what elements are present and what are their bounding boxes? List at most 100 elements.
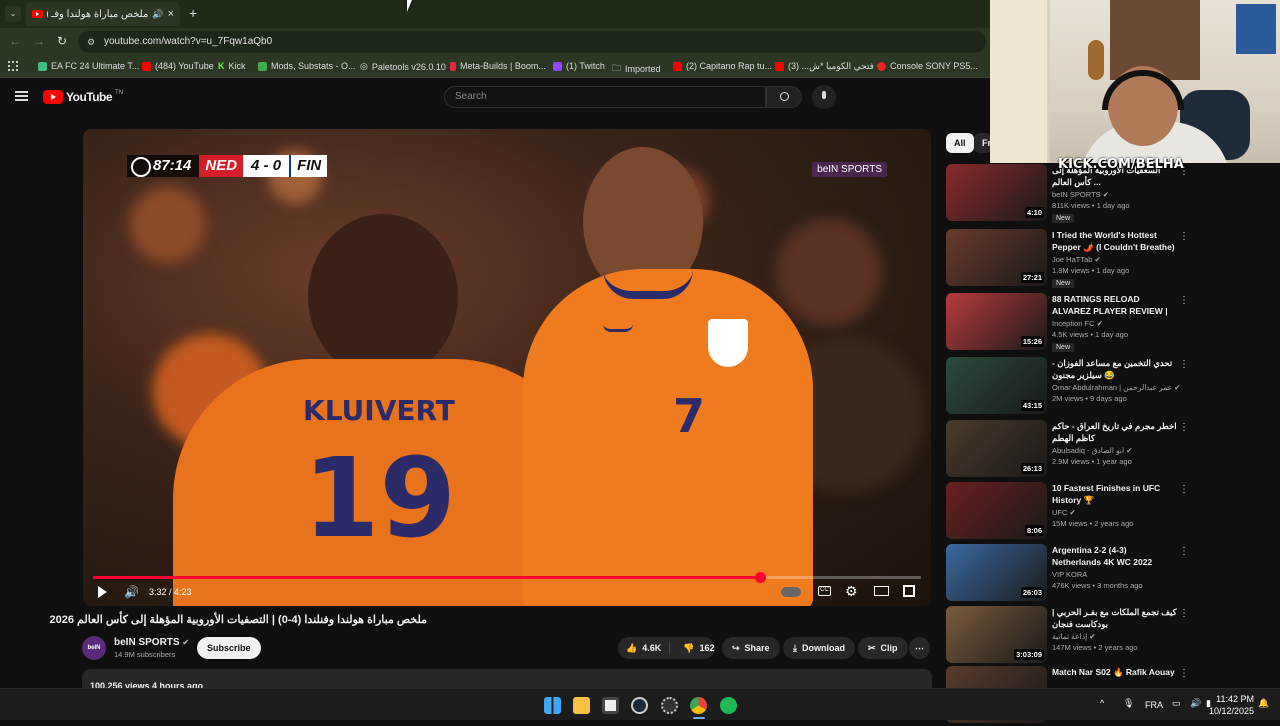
bookmark-item[interactable]: (2) Capitano Rap tu... <box>673 61 772 71</box>
rec-thumbnail[interactable]: 26:03 <box>946 544 1047 601</box>
rec-more-icon[interactable]: ⋮ <box>1179 546 1189 557</box>
steam-icon[interactable] <box>631 697 648 714</box>
youtube-logo[interactable]: YouTube TN <box>43 90 123 104</box>
discord-icon[interactable] <box>661 697 678 714</box>
menu-icon[interactable] <box>15 91 28 101</box>
language-indicator[interactable]: FRA <box>1145 700 1163 710</box>
rec-title[interactable]: 88 RATINGS RELOAD ALVAREZ PLAYER REVIEW … <box>1052 293 1178 317</box>
bookmark-item[interactable]: K Kick <box>218 61 246 71</box>
rec-thumbnail[interactable]: 27:21 <box>946 229 1047 286</box>
description-box[interactable]: 100,256 views 4 hours ago <box>82 669 932 689</box>
rec-title[interactable]: 10 Fastest Finishes in UFC History 🏆 <box>1052 482 1178 506</box>
rec-channel[interactable]: Abulsadiq - ابو الصادق ✔ <box>1052 446 1132 455</box>
tab-list-icon[interactable]: ⌄ <box>5 6 21 22</box>
new-tab-button[interactable]: + <box>189 5 197 21</box>
forward-icon[interactable]: → <box>33 34 45 48</box>
bookmark-item[interactable]: 🗀 Imported <box>612 61 661 77</box>
bookmark-item[interactable]: Mods, Substats - O... <box>258 61 356 71</box>
apps-grid-icon[interactable] <box>8 61 18 71</box>
rec-thumbnail[interactable]: 43:15 <box>946 357 1047 414</box>
search-button[interactable] <box>766 86 802 108</box>
tray-chevron-icon[interactable]: ^ <box>1100 698 1104 708</box>
rec-channel[interactable]: VIP KORA <box>1052 570 1087 579</box>
bookmark-item[interactable]: (1) Twitch <box>553 61 605 71</box>
browser-tab-active[interactable]: ملخص مباراة هولندا وفـ (58) 🔊 × <box>26 2 180 26</box>
network-icon[interactable]: ▭ <box>1172 698 1181 709</box>
bookmark-item[interactable]: EA FC 24 Ultimate T... <box>38 61 139 71</box>
recommendation-item[interactable]: 3:03:09 كيف تجمع الملكات مع بفـر الحربي |… <box>946 606 1246 666</box>
rec-channel[interactable]: Inception FC ✔ <box>1052 319 1103 328</box>
speaker-icon[interactable]: 🔊 <box>152 9 163 20</box>
rec-thumbnail[interactable]: 15:26 <box>946 293 1047 350</box>
rec-more-icon[interactable]: ⋮ <box>1179 231 1189 242</box>
rec-title[interactable]: I Tried the World's Hottest Pepper 🌶️ (I… <box>1052 229 1178 253</box>
clip-button[interactable]: ✂ Clip <box>858 637 908 659</box>
settings-icon[interactable]: ⚙ <box>845 583 858 600</box>
windows-start-icon[interactable] <box>544 697 561 714</box>
bookmark-item[interactable]: Meta-Builds | Boom... <box>450 61 546 71</box>
rec-title[interactable]: تحدي التخمين مع مساعد الفوزان - سيلزير م… <box>1052 357 1178 381</box>
recommendation-item[interactable]: 4:10 السعفيات الأوروبية المؤهلة إلى كأس ا… <box>946 164 1246 224</box>
download-button[interactable]: ⤓ Download <box>783 637 855 659</box>
close-tab-icon[interactable]: × <box>168 8 174 20</box>
rec-thumbnail[interactable]: 4:10 <box>946 164 1047 221</box>
subscribe-button[interactable]: Subscribe <box>197 637 261 659</box>
rec-more-icon[interactable]: ⋮ <box>1179 295 1189 306</box>
rec-title[interactable]: كيف تجمع الملكات مع بفـر الحربي | بودكاس… <box>1052 606 1178 630</box>
search-input[interactable]: Search <box>444 86 766 108</box>
recommendation-item[interactable]: 27:21 I Tried the World's Hottest Pepper … <box>946 229 1246 289</box>
share-button[interactable]: ↪ Share <box>722 637 780 659</box>
rec-more-icon[interactable]: ⋮ <box>1179 608 1189 619</box>
bookmark-item[interactable]: (484) YouTube <box>142 61 214 71</box>
progress-bar[interactable] <box>93 572 921 583</box>
clock-date[interactable]: 10/12/2025 <box>1208 706 1254 716</box>
rec-channel[interactable]: Joe HaTTab ✔ <box>1052 255 1101 264</box>
site-info-icon[interactable]: ⚙ <box>87 31 95 53</box>
clock-time[interactable]: 11:42 PM <box>1214 694 1254 704</box>
bookmark-item[interactable]: Console SONY PS5... <box>877 61 978 71</box>
url-bar[interactable]: ⚙ youtube.com/watch?v=u_7Fqw1aQb0 <box>78 31 986 53</box>
more-actions-button[interactable]: ⋯ <box>909 637 930 659</box>
like-button[interactable]: 👍 4.6K <box>618 641 671 655</box>
bookmark-item[interactable]: فتحي الكوميا *ش... (3) <box>775 61 874 72</box>
rec-title[interactable]: Match Nar S02 🔥 Rafik Aouay <box>1052 666 1178 678</box>
recommendation-item[interactable]: 26:03 Argentina 2-2 (4-3) Netherlands 4K … <box>946 544 1246 604</box>
chip-all[interactable]: All <box>946 133 974 153</box>
back-icon[interactable]: ← <box>9 34 21 48</box>
store-icon[interactable] <box>602 697 619 714</box>
recommendation-item[interactable]: 43:15 تحدي التخمين مع مساعد الفوزان - سيل… <box>946 357 1246 417</box>
channel-name[interactable]: beIN SPORTS <box>114 637 180 648</box>
chrome-icon[interactable] <box>690 697 707 714</box>
recommendation-item[interactable]: 8:06 10 Fastest Finishes in UFC History 🏆… <box>946 482 1246 542</box>
rec-channel[interactable]: إذاعة ثمانية ✔ <box>1052 632 1096 641</box>
rec-more-icon[interactable]: ⋮ <box>1179 422 1189 433</box>
rec-channel[interactable]: Omar Abdulrahman | عمر عبدالرحمن ✔ <box>1052 383 1180 392</box>
play-button[interactable] <box>98 586 107 598</box>
fullscreen-icon[interactable] <box>903 585 915 597</box>
theater-mode-icon[interactable] <box>874 586 889 596</box>
recommendation-item[interactable]: 15:26 88 RATINGS RELOAD ALVAREZ PLAYER RE… <box>946 293 1246 353</box>
rec-thumbnail[interactable]: 26:13 <box>946 420 1047 477</box>
rec-more-icon[interactable]: ⋮ <box>1179 359 1189 370</box>
autoplay-toggle[interactable] <box>781 587 801 597</box>
volume-icon-tray[interactable]: 🔊 <box>1190 698 1201 709</box>
notification-icon[interactable]: 🔔 <box>1258 698 1269 709</box>
rec-title[interactable]: Argentina 2-2 (4-3) Netherlands 4K WC 20… <box>1052 544 1178 568</box>
volume-icon[interactable]: 🔊 <box>124 585 139 599</box>
rec-thumbnail[interactable]: 8:06 <box>946 482 1047 539</box>
rec-thumbnail[interactable]: 3:03:09 <box>946 606 1047 663</box>
rec-channel[interactable]: UFC ✔ <box>1052 508 1076 517</box>
rec-more-icon[interactable]: ⋮ <box>1179 484 1189 495</box>
rec-channel[interactable]: beIN SPORTS ✔ <box>1052 190 1109 199</box>
voice-search-button[interactable] <box>812 85 836 109</box>
channel-avatar[interactable]: beIN <box>82 636 106 660</box>
video-player[interactable]: KLUIVERT 19 7 87:14 NED 4 - 0 FIN beIN S… <box>83 129 931 606</box>
rec-more-icon[interactable]: ⋮ <box>1179 668 1189 679</box>
dislike-button[interactable]: 👎 162 <box>675 643 722 654</box>
recommendation-item[interactable]: 26:13 اخطر مجرم في تاريخ العراق - حاكم كا… <box>946 420 1246 480</box>
tray-mic-icon[interactable]: 🎙 <box>1123 698 1134 709</box>
captions-icon[interactable]: CC <box>818 586 831 596</box>
reload-icon[interactable]: ↻ <box>57 34 67 48</box>
file-explorer-icon[interactable] <box>573 697 590 714</box>
spotify-icon[interactable] <box>720 697 737 714</box>
